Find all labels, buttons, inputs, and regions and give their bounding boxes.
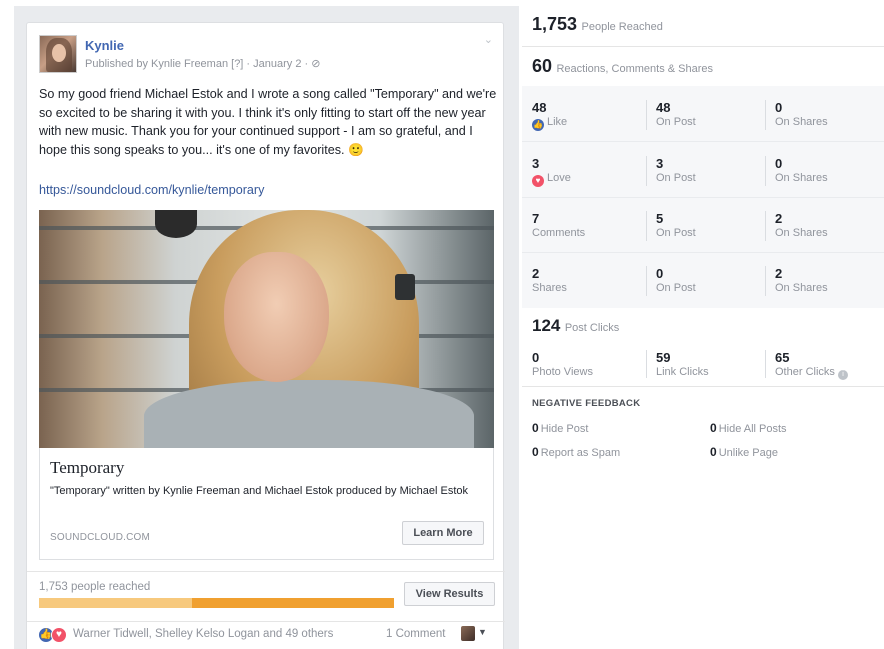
author-avatar[interactable]: [39, 35, 77, 73]
love-icon: ♥: [51, 627, 67, 643]
link-title[interactable]: Temporary: [50, 458, 124, 478]
comments-total-label: Comments: [532, 227, 586, 239]
loves-on-shares-label: On Shares: [775, 172, 828, 184]
comments-on-post-cell: 5 On Post: [646, 197, 766, 252]
likes-on-shares-label: On Shares: [775, 116, 828, 128]
shares-on-post-label: On Post: [656, 282, 696, 294]
insights-panel: 1,753 People Reached 60 Reactions, Comme…: [522, 0, 884, 649]
divider: [522, 46, 884, 47]
link-domain: SOUNDCLOUD.COM: [50, 532, 151, 543]
link-preview-card[interactable]: Temporary "Temporary" written by Kynlie …: [39, 448, 494, 560]
hide-post-stat: 0 Hide Post: [532, 421, 589, 435]
loves-on-shares-value: 0: [775, 156, 783, 171]
post-options-chevron-icon[interactable]: ⌄: [484, 33, 493, 46]
comments-on-shares-label: On Shares: [775, 227, 828, 239]
shares-on-shares-value: 2: [775, 266, 783, 281]
reactors-text[interactable]: Warner Tidwell, Shelley Kelso Logan and …: [73, 628, 333, 640]
likes-on-shares-value: 0: [775, 100, 783, 115]
shares-on-post-value: 0: [656, 266, 664, 281]
comments-total-cell: 7 Comments: [522, 197, 642, 252]
comments-total-value: 7: [532, 211, 540, 226]
comments-on-post-value: 5: [656, 211, 664, 226]
loves-on-shares-cell: 0 On Shares: [765, 142, 884, 197]
shares-on-shares-cell: 2 On Shares: [765, 252, 884, 307]
post-link[interactable]: https://soundcloud.com/kynlie/temporary: [39, 183, 264, 197]
photo-views-value: 0: [532, 350, 540, 365]
love-icon: ♥: [532, 175, 544, 187]
comments-on-post-label: On Post: [656, 227, 696, 239]
likes-on-post-cell: 48 On Post: [646, 86, 766, 141]
negative-feedback-title: NEGATIVE FEEDBACK: [532, 398, 641, 409]
report-spam-stat: 0 Report as Spam: [532, 445, 621, 459]
post-card: Kynlie Published by Kynlie Freeman [?] ·…: [26, 22, 505, 649]
link-clicks-value: 59: [656, 350, 671, 365]
likes-on-post-label: On Post: [656, 116, 696, 128]
link-clicks-label: Link Clicks: [656, 366, 709, 378]
page: Kynlie Published by Kynlie Freeman [?] ·…: [0, 0, 884, 649]
loves-on-post-label: On Post: [656, 172, 696, 184]
loves-on-post-cell: 3 On Post: [646, 142, 766, 197]
post-clicks-value: 124: [532, 316, 561, 335]
chevron-down-icon[interactable]: ▼: [478, 627, 487, 637]
engagement-label: Reactions, Comments & Shares: [556, 63, 713, 75]
reach-label: People Reached: [581, 21, 663, 33]
loves-total-label: Love: [547, 172, 571, 184]
reach-value: 1,753: [532, 14, 578, 34]
hide-all-posts-stat: 0 Hide All Posts: [710, 421, 787, 435]
loves-total-value: 3: [532, 156, 540, 171]
people-reached-label: 1,753 people reached: [39, 581, 151, 593]
post-meta: Published by Kynlie Freeman [?] · Januar…: [85, 58, 321, 70]
likes-total-value: 48: [532, 100, 547, 115]
reach-progress-fill: [39, 598, 192, 608]
post-clicks-summary: 124 Post Clicks: [532, 316, 619, 336]
likes-on-shares-cell: 0 On Shares: [765, 86, 884, 141]
other-clicks-label: Other Clicks: [775, 366, 835, 378]
shares-on-post-cell: 0 On Post: [646, 252, 766, 307]
divider: [27, 621, 505, 622]
like-icon: 👍: [532, 119, 544, 131]
unlike-page-stat: 0 Unlike Page: [710, 445, 779, 459]
divider: [27, 571, 505, 572]
other-clicks-value: 65: [775, 350, 790, 365]
reach-progress-bar: [39, 598, 394, 608]
comments-on-shares-value: 2: [775, 211, 783, 226]
reaction-icons[interactable]: 👍 ♥: [38, 627, 72, 643]
engagement-breakdown: 48 👍 Like 48 On Post 0 On Shares 3 ♥ Love …: [522, 86, 884, 308]
loves-total-cell: 3 ♥ Love: [522, 142, 642, 197]
shares-on-shares-label: On Shares: [775, 282, 828, 294]
photo-views-label: Photo Views: [532, 366, 593, 378]
post-clicks-label: Post Clicks: [564, 322, 620, 334]
post-body: So my good friend Michael Estok and I wr…: [39, 87, 497, 157]
commenter-avatar[interactable]: [461, 626, 475, 641]
link-description: "Temporary" written by Kynlie Freeman an…: [50, 485, 469, 497]
info-icon[interactable]: i: [837, 370, 848, 380]
likes-total-label: Like: [547, 116, 568, 128]
shares-total-cell: 2 Shares: [522, 252, 642, 307]
likes-on-post-value: 48: [656, 100, 671, 115]
engagement-value: 60: [532, 56, 553, 76]
comments-count[interactable]: 1 Comment: [386, 628, 445, 640]
link-preview-image[interactable]: [39, 210, 494, 448]
learn-more-button[interactable]: Learn More: [402, 521, 484, 545]
engagement-summary: 60 Reactions, Comments & Shares: [532, 56, 713, 77]
comments-on-shares-cell: 2 On Shares: [765, 197, 884, 252]
author-name[interactable]: Kynlie: [85, 38, 124, 53]
reach-summary: 1,753 People Reached: [532, 14, 663, 35]
shares-total-label: Shares: [532, 282, 567, 294]
shares-total-value: 2: [532, 266, 540, 281]
likes-total-cell: 48 👍 Like: [522, 86, 642, 141]
loves-on-post-value: 3: [656, 156, 664, 171]
view-results-button[interactable]: View Results: [404, 582, 495, 606]
divider: [522, 386, 884, 387]
